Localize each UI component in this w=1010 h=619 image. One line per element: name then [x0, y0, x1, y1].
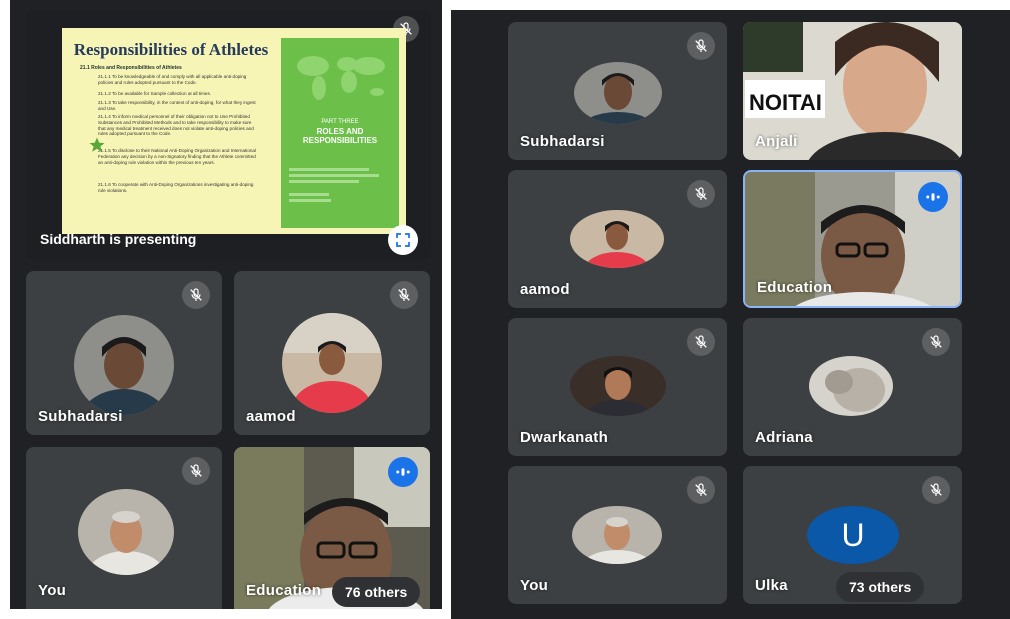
presenter-label: Siddharth is presenting [40, 231, 197, 247]
slide-rule: 21.1.1 To be knowledgeable of and comply… [98, 74, 247, 85]
participant-tile[interactable]: Subhadarsi [26, 271, 222, 435]
left-meeting-view: Responsibilities of Athletes 21.1 Roles … [10, 0, 442, 609]
avatar [74, 315, 174, 415]
avatar [570, 210, 664, 268]
slide-rule: 21.1.2 To be available for Sample collec… [98, 91, 212, 96]
participant-tile[interactable]: You [26, 447, 222, 609]
participant-tile[interactable]: NOITAI Anjali [743, 22, 962, 160]
participant-tile[interactable]: You [508, 466, 727, 604]
participant-tile[interactable]: aamod [234, 271, 430, 435]
slide-rule: 21.1.6 To cooperate with Anti-Doping Org… [98, 182, 254, 193]
mic-off-icon [390, 281, 418, 309]
participant-tile[interactable]: aamod [508, 170, 727, 308]
mic-off-icon [687, 32, 715, 60]
avatar [78, 489, 174, 575]
slide-rule: 21.1.3 To take responsibility, in the co… [98, 100, 256, 111]
speaking-indicator-icon [918, 182, 948, 212]
slide-part-label: PART THREE [321, 119, 359, 125]
slide-subtitle: 21.1 Roles and Responsibilities of Athle… [80, 65, 182, 71]
participant-name: aamod [246, 408, 296, 425]
mic-off-icon [922, 328, 950, 356]
mic-off-icon [687, 476, 715, 504]
avatar [809, 356, 893, 416]
avatar-initial: U [807, 506, 899, 564]
mic-off-icon [687, 180, 715, 208]
participant-tile[interactable]: Dwarkanath [508, 318, 727, 456]
participant-name: You [520, 577, 549, 594]
participant-tile-speaking[interactable]: Education [743, 170, 962, 308]
avatar [282, 313, 382, 413]
slide-part-panel: PART THREE ROLES AND RESPONSIBILITIES [281, 38, 399, 228]
speaking-indicator-icon [388, 457, 418, 487]
star-icon [89, 137, 105, 152]
participant-name: Ulka [755, 577, 788, 594]
participant-tile[interactable]: Subhadarsi [508, 22, 727, 160]
participant-name: Education [757, 279, 833, 296]
participant-name: You [38, 582, 67, 599]
slide-footer-text [289, 168, 389, 202]
fullscreen-button[interactable] [388, 225, 418, 255]
participant-name: Education [246, 582, 322, 599]
presentation-slide: Responsibilities of Athletes 21.1 Roles … [62, 28, 406, 234]
mic-off-icon [922, 476, 950, 504]
slide-title: Responsibilities of Athletes [73, 40, 269, 59]
participant-name: Subhadarsi [520, 133, 605, 150]
participant-name: Adriana [755, 429, 813, 446]
participant-name: Anjali [755, 133, 798, 150]
avatar [570, 356, 666, 416]
svg-text:NOITAI: NOITAI [749, 90, 822, 115]
mic-off-icon [687, 328, 715, 356]
world-map-graphic [297, 56, 385, 100]
avatar [572, 506, 662, 564]
fullscreen-icon [396, 233, 410, 247]
others-count-button[interactable]: 76 others [332, 577, 421, 607]
participant-name: Subhadarsi [38, 408, 123, 425]
slide-rule: 21.1.5 To disclose to their National Ant… [98, 148, 257, 165]
right-meeting-view: Subhadarsi NOITAI Anjali aamod Education… [451, 10, 1010, 619]
participant-tile[interactable]: Adriana [743, 318, 962, 456]
mic-off-icon [182, 281, 210, 309]
participant-name: Dwarkanath [520, 429, 609, 446]
participant-name: aamod [520, 281, 570, 298]
others-count-button[interactable]: 73 others [836, 572, 925, 602]
avatar [574, 62, 662, 124]
slide-rule: 21.1.4 To inform medical personnel of th… [98, 114, 254, 137]
mic-off-icon [182, 457, 210, 485]
slide-part-heading: ROLES AND RESPONSIBILITIES [302, 127, 378, 145]
